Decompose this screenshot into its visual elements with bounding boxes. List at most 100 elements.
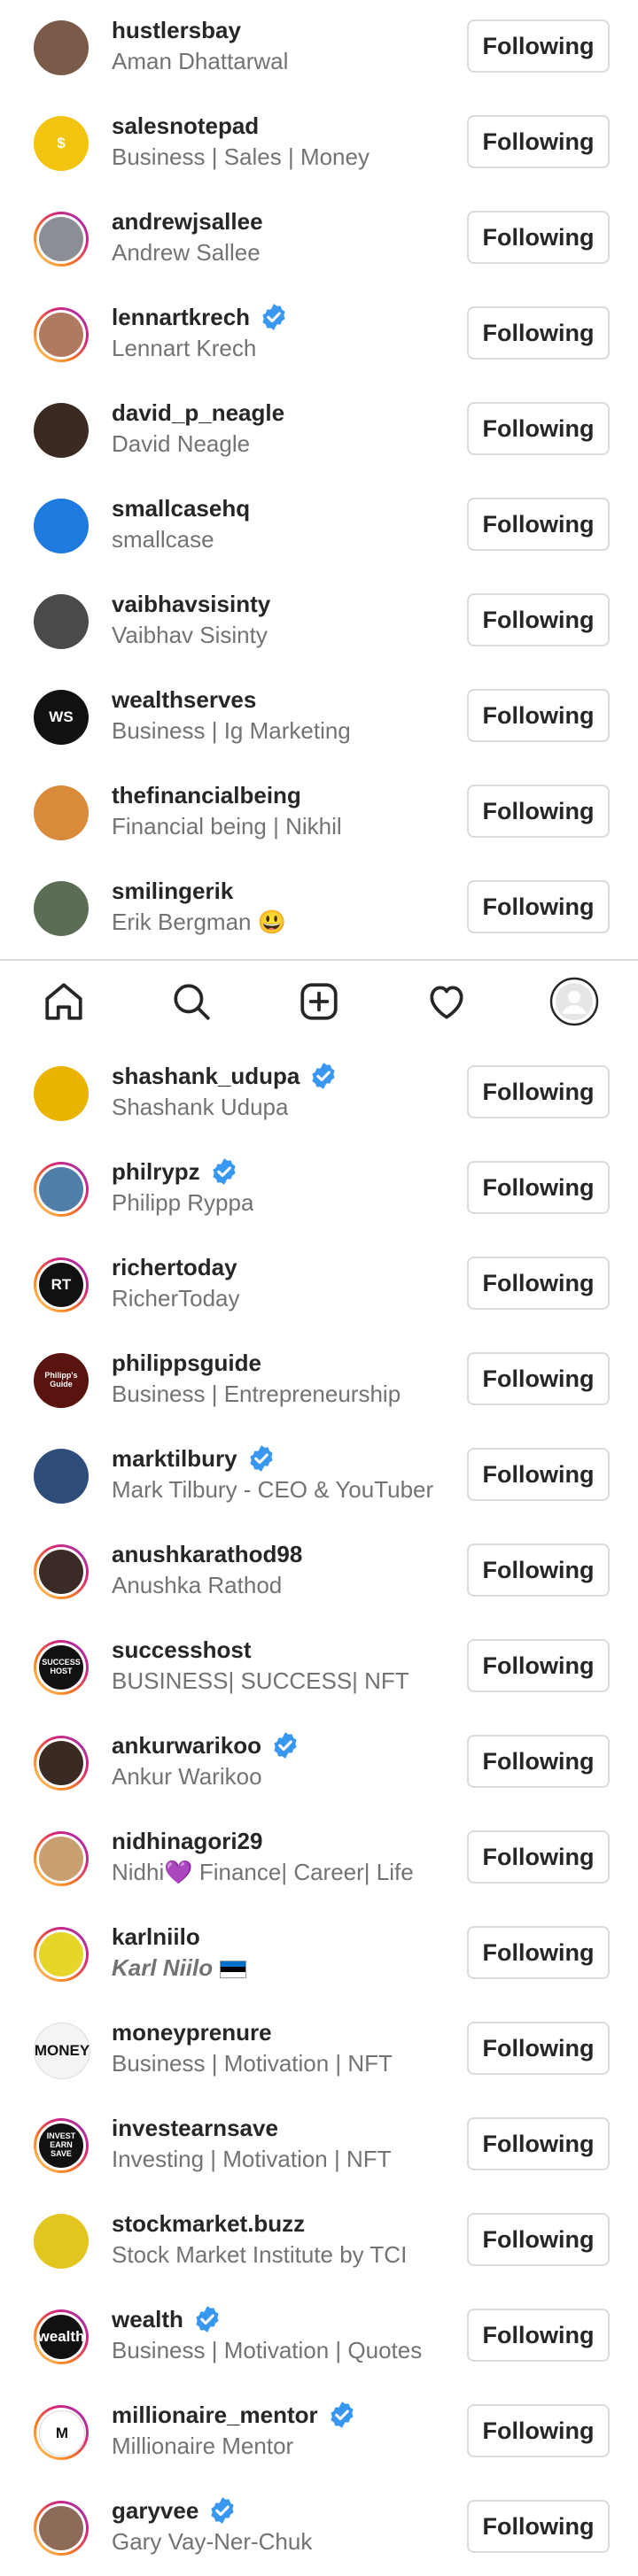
username[interactable]: andrewjsallee	[112, 208, 263, 236]
avatar-frame: $	[34, 116, 89, 171]
avatar[interactable]	[34, 881, 89, 936]
username[interactable]: nidhinagori29	[112, 1828, 262, 1855]
create-icon[interactable]	[292, 975, 346, 1028]
username[interactable]: marktilbury	[112, 1445, 237, 1473]
avatar[interactable]	[34, 1736, 89, 1791]
profile-icon[interactable]	[548, 975, 601, 1028]
username[interactable]: millionaire_mentor	[112, 2402, 318, 2429]
avatar[interactable]: MONEY	[34, 2023, 90, 2079]
username[interactable]: wealthserves	[112, 686, 256, 714]
avatar[interactable]: M	[34, 2405, 89, 2460]
username[interactable]: moneyprenure	[112, 2019, 272, 2046]
display-name-text: Erik Bergman 😃	[112, 909, 287, 935]
avatar[interactable]	[34, 594, 89, 649]
avatar[interactable]	[34, 499, 89, 553]
username[interactable]: ankurwarikoo	[112, 1732, 261, 1760]
following-button[interactable]: Following	[467, 2117, 610, 2170]
username[interactable]: shashank_udupa	[112, 1063, 300, 1090]
avatar[interactable]	[34, 1927, 89, 1982]
avatar[interactable]	[34, 2501, 89, 2556]
username[interactable]: garyvee	[112, 2497, 198, 2525]
following-button[interactable]: Following	[467, 1065, 610, 1118]
following-button[interactable]: Following	[467, 498, 610, 551]
avatar[interactable]: INVEST EARN SAVE	[34, 2118, 89, 2173]
username[interactable]: david_p_neagle	[112, 399, 284, 427]
following-button[interactable]: Following	[467, 306, 610, 360]
avatar-frame: INVEST EARN SAVE	[36, 2121, 86, 2170]
following-button[interactable]: Following	[467, 2404, 610, 2457]
display-name: Erik Bergman 😃	[112, 909, 286, 936]
search-icon[interactable]	[165, 975, 218, 1028]
username-line: investearnsave	[112, 2113, 278, 2143]
account-row: WS wealthserves Business | Ig Marketing Fol…	[0, 669, 638, 765]
username[interactable]: anushkarathod98	[112, 1541, 302, 1568]
username[interactable]: successhost	[112, 1636, 252, 1664]
display-name: Business | Motivation | NFT	[112, 2050, 393, 2077]
username[interactable]: wealth	[112, 2306, 183, 2333]
avatar-image	[34, 403, 89, 458]
avatar[interactable]	[34, 1449, 89, 1504]
username[interactable]: karlniilo	[112, 1923, 200, 1951]
username-line: smilingerik	[112, 876, 233, 906]
username[interactable]: stockmarket.buzz	[112, 2210, 305, 2238]
display-name: Shashank Udupa	[112, 1094, 288, 1121]
following-button[interactable]: Following	[467, 1926, 610, 1979]
following-button[interactable]: Following	[467, 1830, 610, 1884]
following-button[interactable]: Following	[467, 1639, 610, 1692]
username[interactable]: smilingerik	[112, 878, 233, 905]
username[interactable]: richertoday	[112, 1254, 237, 1281]
avatar[interactable]	[34, 1066, 89, 1121]
avatar[interactable]: WS	[34, 690, 89, 745]
following-button[interactable]: Following	[467, 2022, 610, 2075]
avatar[interactable]	[34, 1831, 89, 1886]
account-row: nidhinagori29 Nidhi💜 Finance| Career| Lif…	[0, 1811, 638, 1907]
following-button[interactable]: Following	[467, 785, 610, 838]
username[interactable]: vaibhavsisinty	[112, 591, 270, 618]
username[interactable]: thefinancialbeing	[112, 782, 301, 809]
following-button[interactable]: Following	[467, 1448, 610, 1501]
avatar[interactable]	[34, 212, 89, 267]
following-button[interactable]: Following	[467, 1735, 610, 1788]
username[interactable]: salesnotepad	[112, 112, 259, 140]
following-button[interactable]: Following	[467, 2500, 610, 2553]
following-button[interactable]: Following	[467, 1543, 610, 1597]
avatar[interactable]: Philipp's Guide	[34, 1353, 89, 1408]
following-button[interactable]: Following	[467, 1257, 610, 1310]
avatar[interactable]	[34, 2214, 89, 2269]
username[interactable]: philippsguide	[112, 1350, 261, 1377]
following-button[interactable]: Following	[467, 211, 610, 264]
following-button[interactable]: Following	[467, 2213, 610, 2266]
avatar[interactable]: wealth	[34, 2309, 89, 2364]
avatar-frame	[34, 785, 89, 840]
avatar[interactable]	[34, 403, 89, 458]
username[interactable]: investearnsave	[112, 2115, 278, 2142]
username-line: philrypz	[112, 1156, 239, 1187]
following-button[interactable]: Following	[467, 19, 610, 73]
avatar[interactable]: RT	[34, 1257, 89, 1312]
username[interactable]: philrypz	[112, 1158, 200, 1186]
following-button[interactable]: Following	[467, 880, 610, 933]
avatar[interactable]: SUCCESS HOST	[34, 1640, 89, 1695]
following-button[interactable]: Following	[467, 593, 610, 646]
avatar[interactable]: $	[34, 116, 89, 171]
account-row: andrewjsallee Andrew Sallee Following	[0, 191, 638, 287]
username[interactable]: smallcasehq	[112, 495, 250, 522]
avatar[interactable]	[34, 307, 89, 362]
avatar[interactable]	[34, 20, 89, 75]
following-button[interactable]: Following	[467, 689, 610, 742]
username[interactable]: hustlersbay	[112, 17, 241, 44]
heart-icon[interactable]	[420, 975, 473, 1028]
avatar[interactable]	[34, 1544, 89, 1599]
username-line: richertoday	[112, 1252, 237, 1282]
avatar[interactable]	[34, 1162, 89, 1217]
username-line: salesnotepad	[112, 111, 259, 141]
following-button[interactable]: Following	[467, 1352, 610, 1405]
avatar-image: INVEST EARN SAVE	[39, 2123, 83, 2168]
following-button[interactable]: Following	[467, 1161, 610, 1214]
username[interactable]: lennartkrech	[112, 304, 250, 331]
avatar[interactable]	[34, 785, 89, 840]
following-button[interactable]: Following	[467, 402, 610, 455]
following-button[interactable]: Following	[467, 2309, 610, 2362]
following-button[interactable]: Following	[467, 115, 610, 168]
home-icon[interactable]	[37, 975, 90, 1028]
